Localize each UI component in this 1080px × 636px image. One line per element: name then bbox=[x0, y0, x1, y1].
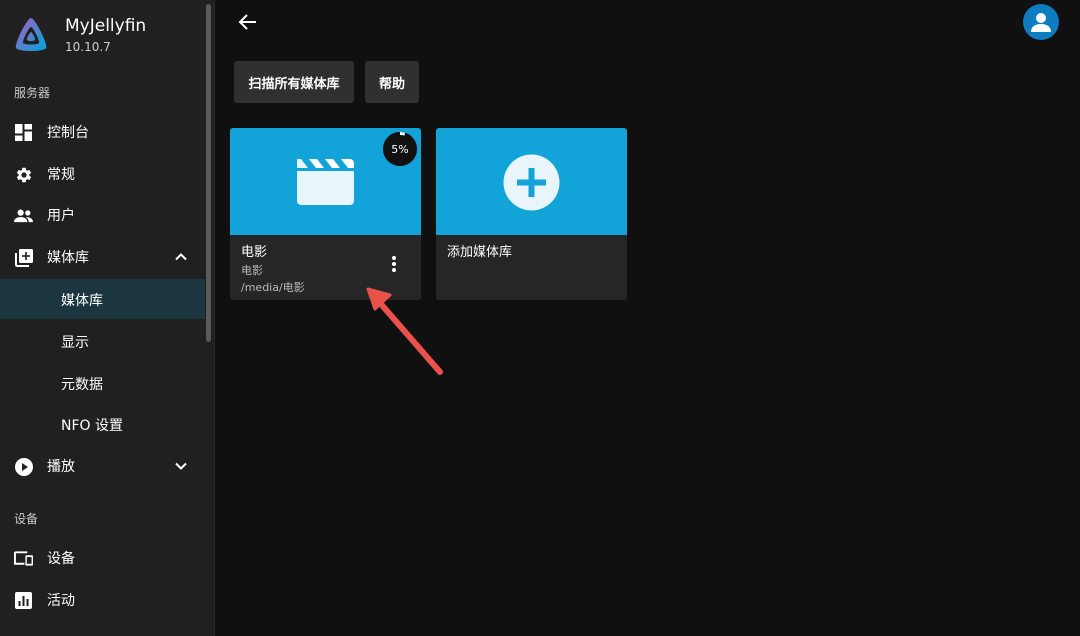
user-icon bbox=[1031, 13, 1051, 32]
add-library-label: 添加媒体库 bbox=[447, 245, 513, 260]
sidebar-item-activity[interactable]: 活动 bbox=[0, 580, 205, 620]
annotation-arrow bbox=[366, 287, 443, 375]
devices-section-header: 设备 bbox=[14, 512, 39, 526]
sidebar-item-dashboard[interactable]: 控制台 bbox=[0, 112, 205, 152]
gear-icon bbox=[14, 165, 33, 184]
jellyfin-logo-icon bbox=[15, 18, 47, 51]
chevron-up-icon[interactable] bbox=[172, 248, 190, 266]
sidebar-subitem-metadata[interactable]: 元数据 bbox=[0, 363, 205, 403]
library-card[interactable]: 5% 电影 电影 /media/电影 bbox=[230, 128, 421, 300]
clapperboard-icon bbox=[297, 159, 354, 205]
sidebar-item-label: 控制台 bbox=[47, 125, 89, 141]
app-name: MyJellyfin bbox=[65, 16, 147, 36]
app-version: 10.10.7 bbox=[65, 40, 111, 54]
sidebar-item-label: 媒体库 bbox=[47, 250, 89, 266]
plus-circle-icon bbox=[503, 154, 560, 211]
scan-all-libraries-button[interactable]: 扫描所有媒体库 bbox=[234, 61, 354, 103]
sidebar: MyJellyfin 10.10.7 服务器 控制台 常规 用户 媒体库 媒体库… bbox=[0, 0, 215, 636]
chevron-down-icon[interactable] bbox=[172, 457, 190, 475]
add-library-card[interactable]: 添加媒体库 bbox=[436, 128, 627, 300]
sidebar-item-label: 用户 bbox=[47, 208, 75, 224]
sidebar-subitem-nfo-settings[interactable]: NFO 设置 bbox=[0, 404, 205, 444]
library-add-icon bbox=[14, 248, 33, 267]
play-circle-icon bbox=[14, 457, 33, 476]
sidebar-subitem-label: 元数据 bbox=[61, 377, 103, 393]
sidebar-item-label: 常规 bbox=[47, 167, 75, 183]
sidebar-subitem-label: NFO 设置 bbox=[61, 418, 123, 434]
library-card-image[interactable]: 5% bbox=[230, 128, 421, 235]
scan-progress-arc bbox=[399, 132, 406, 136]
sidebar-subitem-libraries[interactable]: 媒体库 bbox=[0, 279, 205, 319]
activity-chart-icon bbox=[14, 591, 33, 610]
sidebar-item-users[interactable]: 用户 bbox=[0, 195, 205, 235]
devices-icon bbox=[14, 549, 33, 568]
sidebar-item-label: 设备 bbox=[47, 551, 75, 567]
sidebar-item-label: 活动 bbox=[47, 593, 75, 609]
add-library-card-image[interactable] bbox=[436, 128, 627, 235]
sidebar-subitem-label: 媒体库 bbox=[61, 293, 103, 309]
brand[interactable]: MyJellyfin 10.10.7 bbox=[12, 14, 202, 58]
sidebar-subitem-label: 显示 bbox=[61, 335, 89, 351]
help-button[interactable]: 帮助 bbox=[365, 61, 419, 103]
library-title: 电影 bbox=[241, 245, 268, 260]
sidebar-item-general[interactable]: 常规 bbox=[0, 154, 205, 194]
back-arrow-icon[interactable] bbox=[236, 10, 260, 34]
server-section-header: 服务器 bbox=[14, 86, 51, 100]
scan-progress-badge: 5% bbox=[383, 132, 417, 166]
more-vertical-icon[interactable] bbox=[384, 254, 404, 274]
scan-progress-text: 5% bbox=[391, 142, 409, 156]
people-icon bbox=[14, 206, 33, 225]
sidebar-item-libraries[interactable]: 媒体库 bbox=[0, 237, 205, 277]
sidebar-item-playback[interactable]: 播放 bbox=[0, 446, 205, 486]
sidebar-item-label: 播放 bbox=[47, 459, 75, 475]
library-type: 电影 bbox=[241, 264, 263, 277]
user-avatar-button[interactable] bbox=[1023, 4, 1059, 40]
sidebar-scrollbar[interactable] bbox=[206, 4, 211, 342]
sidebar-subitem-display[interactable]: 显示 bbox=[0, 321, 205, 361]
sidebar-item-devices[interactable]: 设备 bbox=[0, 538, 205, 578]
library-path: /media/电影 bbox=[241, 281, 305, 294]
dashboard-icon bbox=[14, 123, 33, 142]
